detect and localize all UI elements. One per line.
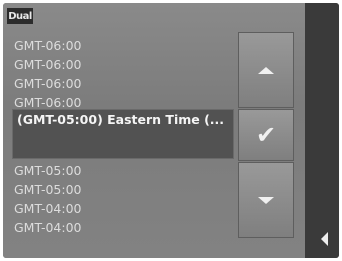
- timezone-list-item[interactable]: GMT-06:00: [14, 36, 236, 55]
- timezone-list-item[interactable]: GMT-06:00: [14, 55, 236, 74]
- timezone-list-upper: GMT-06:00 GMT-06:00 GMT-06:00 GMT-06:00: [14, 36, 236, 112]
- scroll-down-button[interactable]: [238, 162, 294, 238]
- device-screen: Dual GMT-06:00 GMT-06:00 GMT-06:00 GMT-0…: [3, 3, 339, 258]
- selected-timezone-row[interactable]: (GMT-05:00) Eastern Time (...: [12, 109, 234, 159]
- timezone-list-item[interactable]: GMT-04:00: [14, 218, 236, 237]
- triangle-up-icon: [258, 66, 274, 74]
- dual-logo: Dual: [7, 8, 33, 24]
- confirm-button[interactable]: ✔: [238, 109, 294, 161]
- timezone-list-item[interactable]: GMT-05:00: [14, 180, 236, 199]
- selected-timezone-label: (GMT-05:00) Eastern Time (...: [17, 112, 225, 127]
- timezone-list-item[interactable]: GMT-04:00: [14, 199, 236, 218]
- timezone-list-item[interactable]: GMT-05:00: [14, 161, 236, 180]
- side-bar: [305, 3, 339, 258]
- back-button[interactable]: [321, 232, 328, 246]
- timezone-list-panel: Dual GMT-06:00 GMT-06:00 GMT-06:00 GMT-0…: [3, 3, 305, 258]
- timezone-list-lower: GMT-05:00 GMT-05:00 GMT-04:00 GMT-04:00: [14, 161, 236, 237]
- triangle-down-icon: [258, 196, 274, 204]
- scroll-up-button[interactable]: [238, 32, 294, 108]
- timezone-list-item[interactable]: GMT-06:00: [14, 74, 236, 93]
- checkmark-icon: ✔: [255, 121, 277, 149]
